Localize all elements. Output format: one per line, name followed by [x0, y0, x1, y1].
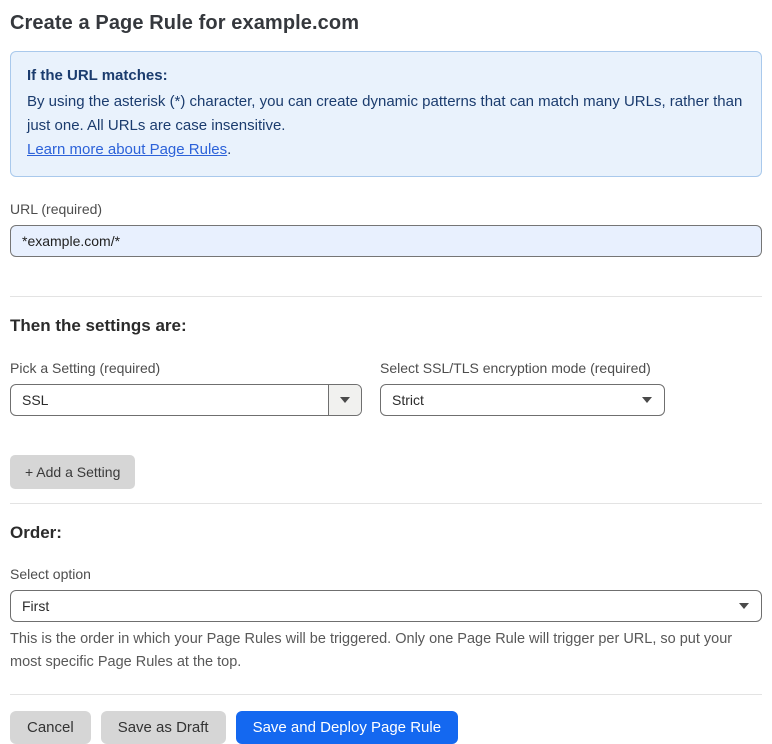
setting-picker-label: Pick a Setting (required): [10, 360, 161, 376]
caret-wrap: [642, 397, 664, 403]
divider: [10, 296, 762, 297]
info-box-body: By using the asterisk (*) character, you…: [27, 93, 743, 134]
chevron-down-icon: [739, 603, 749, 609]
order-select-label: Select option: [10, 566, 91, 582]
ssl-mode-select[interactable]: Strict: [380, 384, 665, 416]
ssl-mode-select-value: Strict: [392, 392, 424, 408]
chevron-down-icon: [340, 397, 350, 403]
url-field-label: URL (required): [10, 201, 103, 217]
setting-select-arrow-box[interactable]: [328, 385, 361, 415]
url-input[interactable]: [10, 225, 762, 257]
url-field-group: URL (required): [10, 201, 762, 257]
save-and-deploy-button[interactable]: Save and Deploy Page Rule: [235, 711, 459, 744]
divider: [10, 694, 762, 695]
save-as-draft-button[interactable]: Save as Draft: [100, 711, 226, 744]
mode-picker-group: Select SSL/TLS encryption mode (required…: [380, 360, 665, 416]
chevron-down-icon: [642, 397, 652, 403]
order-help-text: This is the order in which your Page Rul…: [10, 631, 733, 670]
settings-row: Pick a Setting (required) SSL Select SSL…: [10, 360, 762, 416]
settings-section-heading: Then the settings are:: [10, 316, 187, 335]
order-select[interactable]: First: [10, 590, 762, 622]
url-match-info-box: If the URL matches: By using the asteris…: [10, 51, 762, 177]
caret-wrap: [739, 603, 761, 609]
info-box-heading: If the URL matches:: [27, 67, 168, 84]
learn-more-link[interactable]: Learn more about Page Rules: [27, 141, 227, 158]
divider: [10, 503, 762, 504]
add-setting-button[interactable]: + Add a Setting: [10, 455, 136, 489]
setting-select-value: SSL: [22, 392, 49, 408]
cancel-button[interactable]: Cancel: [10, 711, 91, 744]
footer-actions: Cancel Save as Draft Save and Deploy Pag…: [10, 711, 762, 744]
order-section-heading: Order:: [10, 523, 62, 542]
setting-picker-group: Pick a Setting (required) SSL: [10, 360, 362, 416]
mode-picker-label: Select SSL/TLS encryption mode (required…: [380, 360, 651, 376]
setting-select[interactable]: SSL: [10, 384, 362, 416]
order-select-group: Select option First This is the order in…: [10, 566, 762, 674]
link-suffix: .: [227, 141, 232, 158]
order-select-value: First: [22, 598, 50, 614]
page-title: Create a Page Rule for example.com: [10, 12, 360, 34]
